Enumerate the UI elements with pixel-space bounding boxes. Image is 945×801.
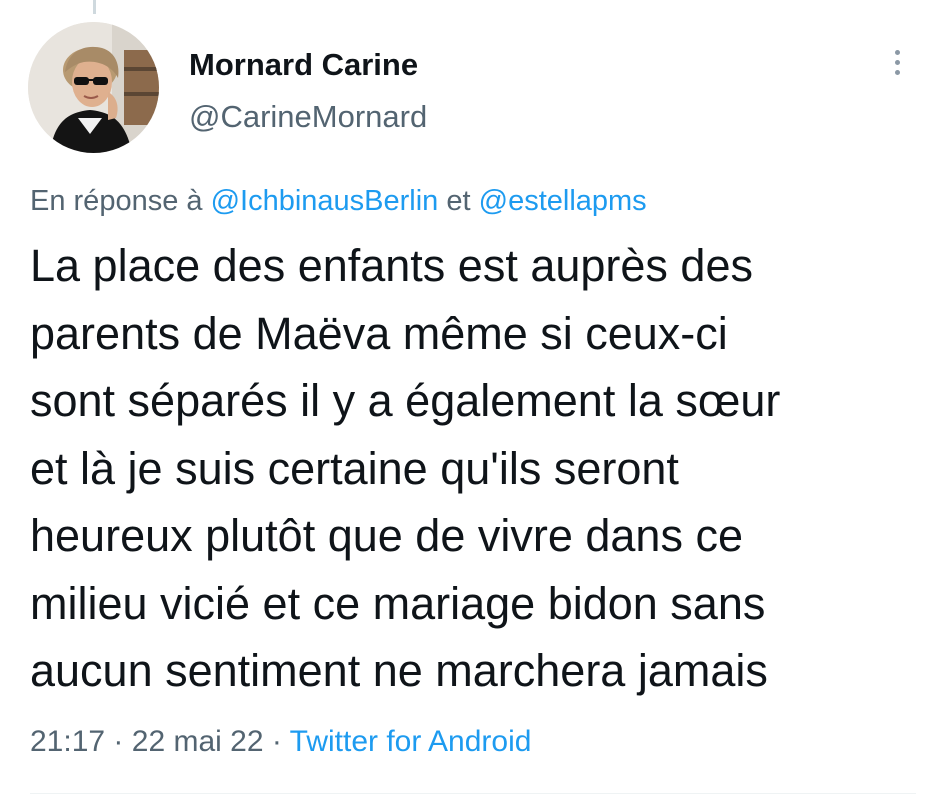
mention-link-1[interactable]: @IchbinausBerlin <box>211 185 439 217</box>
tweet-meta: 21:17 · 22 mai 22 · Twitter for Android <box>30 722 531 762</box>
mention-link-2[interactable]: @estellapms <box>479 185 647 217</box>
more-options-button[interactable] <box>885 46 909 82</box>
tweet-time[interactable]: 21:17 <box>30 725 105 758</box>
avatar[interactable] <box>28 22 159 153</box>
author-block: Mornard Carine @CarineMornard <box>189 45 427 137</box>
tweet-date[interactable]: 22 mai 22 <box>132 725 264 758</box>
meta-separator-dot: · <box>113 725 124 758</box>
tweet-source-link[interactable]: Twitter for Android <box>290 725 532 758</box>
author-display-name[interactable]: Mornard Carine <box>189 45 427 85</box>
tweet-text-line: La place des enfants est auprès des <box>30 240 753 291</box>
author-handle[interactable]: @CarineMornard <box>189 97 427 137</box>
tweet-text-line: milieu vicié et ce mariage bidon sans <box>30 577 766 629</box>
reply-context: En réponse à @IchbinausBerlin et @estell… <box>30 181 647 221</box>
reply-separator: et <box>446 185 471 217</box>
divider <box>30 793 916 794</box>
tweet-text-line: heureux plutôt que de vivre dans ce <box>30 510 743 561</box>
reply-prefix: En réponse à <box>30 185 203 217</box>
tweet-text-line: et là je suis certaine qu'ils seront <box>30 442 679 494</box>
avatar-photo <box>28 22 159 153</box>
more-vertical-icon <box>885 50 909 75</box>
thread-connector-line <box>93 0 96 14</box>
tweet-text: La place des enfants est auprès des pare… <box>30 232 935 705</box>
tweet-text-line: parents de Maëva même si ceux-ci <box>30 307 728 359</box>
meta-separator-dot: · <box>271 725 282 758</box>
tweet-text-line: sont séparés il y a également la sœur <box>30 375 781 426</box>
tweet-text-line: aucun sentiment ne marchera jamais <box>30 645 768 696</box>
